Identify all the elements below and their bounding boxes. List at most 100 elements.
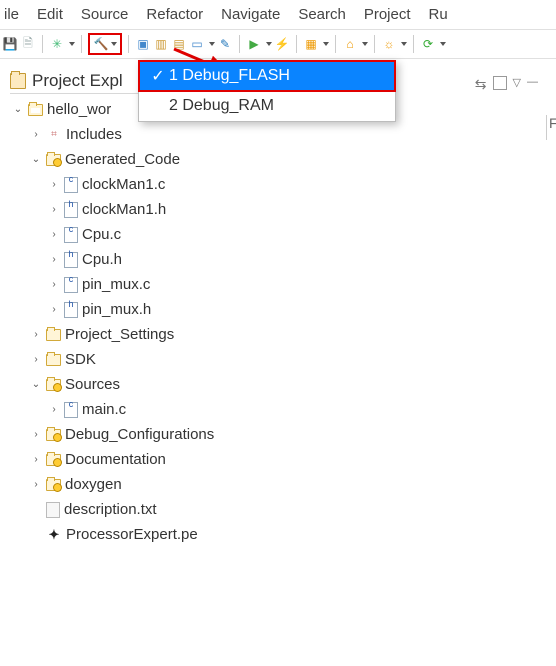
dropdown-arrow-icon[interactable] — [401, 42, 407, 46]
tree-documentation[interactable]: › Documentation — [30, 447, 556, 472]
tree-file[interactable]: ›cmain.c — [48, 397, 556, 422]
expand-icon[interactable]: ⌄ — [12, 97, 24, 122]
expand-icon[interactable]: › — [48, 397, 60, 422]
source-folder-icon — [46, 329, 61, 341]
dropdown-arrow-icon[interactable] — [440, 42, 446, 46]
dropdown-arrow-icon[interactable] — [111, 42, 117, 46]
tool-icon[interactable]: ▥ — [153, 36, 169, 52]
expand-icon[interactable]: › — [30, 447, 42, 472]
expand-icon[interactable]: › — [30, 322, 42, 347]
panel-title-text: Project Expl — [32, 71, 123, 91]
expand-icon[interactable]: ⌄ — [30, 147, 42, 172]
project-icon — [28, 104, 43, 116]
dropdown-arrow-icon[interactable] — [266, 42, 272, 46]
tree-file[interactable]: ›hCpu.h — [48, 247, 556, 272]
tree-label: SDK — [65, 347, 96, 372]
build-button-highlighted[interactable]: 🔨 — [88, 33, 122, 55]
menu-edit[interactable]: Edit — [37, 6, 63, 23]
tool-icon[interactable]: ▣ — [135, 36, 151, 52]
menu-project[interactable]: Project — [364, 6, 411, 23]
expand-icon[interactable]: › — [48, 172, 60, 197]
wand-icon[interactable]: ✎ — [217, 36, 233, 52]
expand-icon[interactable]: › — [48, 197, 60, 222]
tool-icon[interactable]: ⌂ — [342, 36, 358, 52]
tree-description[interactable]: description.txt — [30, 497, 556, 522]
save-all-icon[interactable]: 🗎 — [20, 36, 36, 52]
expand-icon[interactable]: › — [48, 247, 60, 272]
right-panel-fragment: F — [546, 115, 556, 140]
tree-doxygen[interactable]: › doxygen — [30, 472, 556, 497]
tree-file[interactable]: ›hpin_mux.h — [48, 297, 556, 322]
dropdown-item-debug-flash[interactable]: ✓ 1 Debug_FLASH — [139, 61, 395, 91]
refresh-icon[interactable]: ⟳ — [420, 36, 436, 52]
pe-icon: ✦ — [46, 527, 62, 543]
separator — [296, 35, 297, 53]
folder-icon — [10, 73, 26, 89]
collapse-icon[interactable]: ⇆ — [475, 76, 487, 93]
dropdown-item-debug-ram[interactable]: 2 Debug_RAM — [139, 91, 395, 121]
dropdown-arrow-icon[interactable] — [69, 42, 75, 46]
build-config-dropdown[interactable]: ✓ 1 Debug_FLASH 2 Debug_RAM — [138, 60, 396, 122]
tree-label: Cpu.c — [82, 222, 121, 247]
tree-label: pin_mux.h — [82, 297, 151, 322]
checkmark-icon: ✓ — [147, 66, 169, 86]
menu-navigate[interactable]: Navigate — [221, 6, 280, 23]
tree-sources[interactable]: ⌄ Sources — [30, 372, 556, 397]
c-file-icon: c — [64, 227, 78, 243]
expand-icon[interactable]: › — [30, 472, 42, 497]
tree-processor-expert[interactable]: ✦ ProcessorExpert.pe — [30, 522, 556, 547]
link-editor-icon[interactable] — [493, 76, 507, 90]
separator — [42, 35, 43, 53]
tree-label: hello_wor — [47, 97, 111, 122]
bug-icon[interactable]: ✳ — [49, 36, 65, 52]
separator — [128, 35, 129, 53]
menu-refactor[interactable]: Refactor — [146, 6, 203, 23]
tool-icon[interactable]: ☼ — [381, 36, 397, 52]
play-icon[interactable]: ▶ — [246, 36, 262, 52]
tree-label: clockMan1.c — [82, 172, 165, 197]
text-file-icon — [46, 502, 60, 518]
dropdown-item-label: 1 Debug_FLASH — [169, 67, 385, 85]
tree-label: Cpu.h — [82, 247, 122, 272]
tree-file[interactable]: ›hclockMan1.h — [48, 197, 556, 222]
menu-file[interactable]: ile — [4, 6, 19, 23]
menu-run[interactable]: Ru — [429, 6, 448, 23]
folder-icon — [46, 454, 61, 466]
dropdown-arrow-icon[interactable] — [209, 42, 215, 46]
tree-project-settings[interactable]: › Project_Settings — [30, 322, 556, 347]
tool-icon[interactable]: ▤ — [171, 36, 187, 52]
tree-includes[interactable]: › ⌗ Includes — [30, 122, 556, 147]
tree-debug-configs[interactable]: › Debug_Configurations — [30, 422, 556, 447]
expand-icon[interactable]: › — [30, 347, 42, 372]
expand-icon[interactable]: › — [48, 297, 60, 322]
separator — [374, 35, 375, 53]
project-tree[interactable]: ⌄ hello_wor › ⌗ Includes ⌄ G — [10, 97, 556, 547]
tool-icon[interactable]: ▦ — [303, 36, 319, 52]
tree-label: Documentation — [65, 447, 166, 472]
folder-icon — [46, 429, 61, 441]
dropdown-arrow-icon[interactable] — [362, 42, 368, 46]
tree-file[interactable]: ›cCpu.c — [48, 222, 556, 247]
expand-icon[interactable]: › — [48, 222, 60, 247]
dropdown-arrow-icon[interactable] — [323, 42, 329, 46]
tool-icon[interactable]: ▭ — [189, 36, 205, 52]
view-menu-icon[interactable]: ▽ — [513, 76, 521, 93]
folder-icon — [46, 479, 61, 491]
expand-icon[interactable]: › — [30, 422, 42, 447]
tree-generated-code[interactable]: ⌄ Generated_Code — [30, 147, 556, 172]
tree-sdk[interactable]: › SDK — [30, 347, 556, 372]
menu-bar: ile Edit Source Refactor Navigate Search… — [0, 0, 556, 29]
expand-icon[interactable]: › — [48, 272, 60, 297]
minimize-icon[interactable]: — — [527, 76, 538, 93]
menu-search[interactable]: Search — [298, 6, 346, 23]
save-icon[interactable]: 💾 — [2, 36, 18, 52]
expand-icon[interactable]: › — [30, 122, 42, 147]
lightning-icon[interactable]: ⚡ — [274, 36, 290, 52]
tree-file[interactable]: ›cclockMan1.c — [48, 172, 556, 197]
tree-file[interactable]: ›cpin_mux.c — [48, 272, 556, 297]
h-file-icon: h — [64, 202, 78, 218]
h-file-icon: h — [64, 302, 78, 318]
menu-source[interactable]: Source — [81, 6, 129, 23]
tree-label: main.c — [82, 397, 126, 422]
expand-icon[interactable]: ⌄ — [30, 372, 42, 397]
